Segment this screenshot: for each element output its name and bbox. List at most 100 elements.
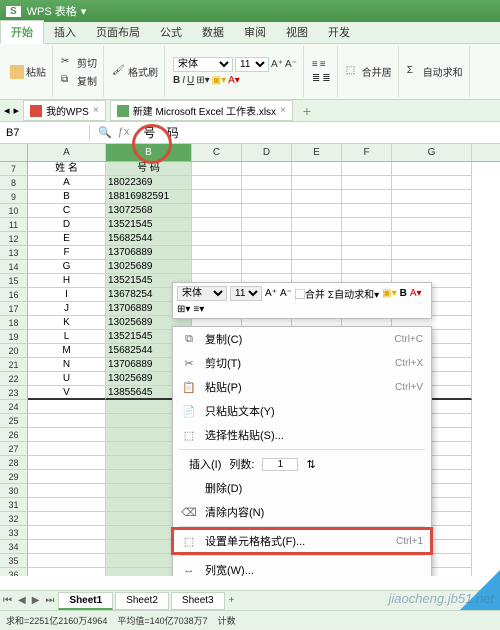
- cell[interactable]: L: [28, 330, 106, 344]
- row-header[interactable]: 13: [0, 246, 28, 260]
- row-header[interactable]: 27: [0, 442, 28, 456]
- copy-button[interactable]: ⧉复制: [59, 72, 99, 89]
- row-header[interactable]: 15: [0, 274, 28, 288]
- cell[interactable]: [28, 456, 106, 470]
- cell[interactable]: [28, 568, 106, 576]
- font-select[interactable]: 宋体: [173, 57, 233, 72]
- cell[interactable]: [192, 204, 242, 218]
- ribbon-tab-4[interactable]: 数据: [192, 21, 234, 43]
- cell[interactable]: [242, 190, 292, 204]
- mini-merge-button[interactable]: ⬚合并: [295, 286, 325, 301]
- cell[interactable]: [192, 232, 242, 246]
- row-header[interactable]: 14: [0, 260, 28, 274]
- cell[interactable]: 13706889: [106, 246, 192, 260]
- mini-autosum-button[interactable]: Σ自动求和▾: [328, 286, 379, 301]
- cell[interactable]: [28, 442, 106, 456]
- cell[interactable]: [292, 260, 342, 274]
- row-header[interactable]: 20: [0, 344, 28, 358]
- italic-button[interactable]: I: [182, 75, 185, 86]
- cell[interactable]: [292, 204, 342, 218]
- cell[interactable]: [192, 190, 242, 204]
- cell[interactable]: 号 码: [106, 162, 192, 176]
- sheet-nav-first-icon[interactable]: ⏮: [0, 595, 15, 606]
- mini-bold-button[interactable]: B: [400, 288, 407, 299]
- insert-cols-input[interactable]: [262, 458, 298, 471]
- cell[interactable]: M: [28, 344, 106, 358]
- cell[interactable]: [392, 246, 472, 260]
- decrease-font-icon[interactable]: A⁻: [285, 59, 297, 70]
- align-center-icon[interactable]: ≡: [320, 59, 326, 70]
- col-header-G[interactable]: G: [392, 144, 472, 161]
- cell[interactable]: I: [28, 288, 106, 302]
- spinner-icon[interactable]: ⇅: [306, 458, 315, 471]
- cell[interactable]: [392, 260, 472, 274]
- sheet-nav-prev-icon[interactable]: ◀: [15, 595, 29, 606]
- row-header[interactable]: 10: [0, 204, 28, 218]
- cell[interactable]: [242, 246, 292, 260]
- cell[interactable]: [392, 176, 472, 190]
- cell[interactable]: [242, 232, 292, 246]
- cell[interactable]: V: [28, 386, 106, 400]
- paste-button[interactable]: 粘贴: [8, 63, 48, 80]
- row-header[interactable]: 18: [0, 316, 28, 330]
- row-header[interactable]: 7: [0, 162, 28, 176]
- ribbon-tab-2[interactable]: 页面布局: [86, 21, 150, 43]
- cell[interactable]: [342, 232, 392, 246]
- cell[interactable]: 13521545: [106, 218, 192, 232]
- cell[interactable]: H: [28, 274, 106, 288]
- cell[interactable]: K: [28, 316, 106, 330]
- bold-button[interactable]: B: [173, 75, 180, 86]
- doc-tab-wps[interactable]: 我的WPS×: [23, 100, 106, 121]
- col-header-C[interactable]: C: [192, 144, 242, 161]
- cell[interactable]: [28, 512, 106, 526]
- prev-doc-icon[interactable]: ◂: [4, 104, 10, 117]
- ribbon-tab-0[interactable]: 开始: [0, 20, 44, 44]
- row-header[interactable]: 9: [0, 190, 28, 204]
- doc-tab-file[interactable]: 新建 Microsoft Excel 工作表.xlsx×: [110, 100, 293, 121]
- ribbon-tab-1[interactable]: 插入: [44, 21, 86, 43]
- cell[interactable]: [192, 218, 242, 232]
- row-header[interactable]: 31: [0, 498, 28, 512]
- next-doc-icon[interactable]: ▸: [14, 104, 20, 117]
- cell[interactable]: [28, 554, 106, 568]
- cell[interactable]: A: [28, 176, 106, 190]
- cell[interactable]: [292, 218, 342, 232]
- cell[interactable]: [242, 162, 292, 176]
- sheet-nav-next-icon[interactable]: ▶: [29, 595, 43, 606]
- name-box[interactable]: B7: [0, 125, 90, 141]
- font-size-select[interactable]: 11: [235, 57, 269, 72]
- cell[interactable]: [392, 204, 472, 218]
- mini-decrease-font-icon[interactable]: A⁻: [280, 288, 292, 299]
- close-icon[interactable]: ×: [280, 105, 286, 116]
- autosum-button[interactable]: Σ自动求和: [405, 63, 465, 80]
- row-header[interactable]: 8: [0, 176, 28, 190]
- cell[interactable]: [342, 162, 392, 176]
- mini-fill-icon[interactable]: ▣▾: [382, 288, 396, 299]
- align-icon[interactable]: ≣: [312, 73, 320, 84]
- cell[interactable]: N: [28, 358, 106, 372]
- row-header[interactable]: 16: [0, 288, 28, 302]
- cell[interactable]: [292, 232, 342, 246]
- cell[interactable]: [292, 176, 342, 190]
- row-header[interactable]: 36: [0, 568, 28, 576]
- font-color-button[interactable]: A▾: [228, 75, 240, 86]
- cell[interactable]: 18816982591: [106, 190, 192, 204]
- ribbon-tab-6[interactable]: 视图: [276, 21, 318, 43]
- col-header-F[interactable]: F: [342, 144, 392, 161]
- row-header[interactable]: 12: [0, 232, 28, 246]
- cell[interactable]: [392, 162, 472, 176]
- row-header[interactable]: 19: [0, 330, 28, 344]
- mini-font-color-icon[interactable]: A▾: [410, 288, 422, 299]
- cell[interactable]: [342, 246, 392, 260]
- mini-border-icon[interactable]: ⊞▾: [177, 304, 190, 315]
- merge-center-button[interactable]: ⬚合并居: [344, 63, 394, 80]
- row-header[interactable]: 25: [0, 414, 28, 428]
- cell[interactable]: E: [28, 232, 106, 246]
- row-header[interactable]: 21: [0, 358, 28, 372]
- fx-icon[interactable]: ƒx: [118, 126, 130, 139]
- ribbon-tab-7[interactable]: 开发: [318, 21, 360, 43]
- cell[interactable]: [292, 162, 342, 176]
- row-header[interactable]: 26: [0, 428, 28, 442]
- col-header-A[interactable]: A: [28, 144, 106, 161]
- mini-size-select[interactable]: 11: [230, 286, 262, 301]
